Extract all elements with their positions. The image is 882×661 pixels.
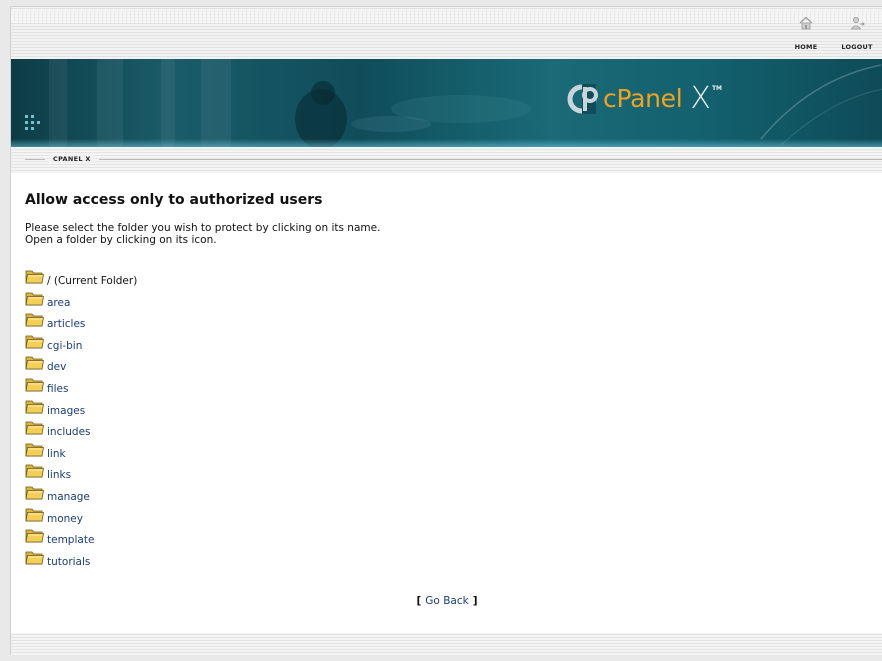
page-title: Allow access only to authorized users bbox=[25, 192, 323, 208]
folder-icon[interactable] bbox=[25, 376, 45, 392]
folder-icon[interactable] bbox=[25, 333, 45, 349]
folder-icon[interactable] bbox=[25, 398, 45, 414]
folder-icon[interactable] bbox=[25, 527, 45, 543]
banner-swoosh bbox=[760, 64, 882, 146]
brand-suffix: X bbox=[690, 81, 711, 116]
banner-stripe bbox=[201, 59, 231, 147]
folder-name[interactable]: money bbox=[47, 513, 83, 525]
banner-glow bbox=[11, 139, 882, 147]
folder-name[interactable]: area bbox=[47, 297, 70, 309]
bracket-close: ] bbox=[472, 595, 478, 607]
cpanel-logo-icon bbox=[567, 83, 598, 114]
folder-icon[interactable] bbox=[25, 290, 45, 306]
folder-name[interactable]: links bbox=[47, 469, 71, 481]
breadcrumb-bar: CPANEL X bbox=[11, 147, 882, 173]
breadcrumb-rule bbox=[25, 159, 45, 160]
folder-name[interactable]: cgi-bin bbox=[47, 340, 82, 352]
logout-link[interactable]: LOGOUT bbox=[837, 15, 877, 53]
banner-stripe bbox=[49, 59, 67, 147]
folder-icon[interactable] bbox=[25, 268, 45, 284]
cpanel-logo: cPanel XTM bbox=[567, 81, 722, 121]
trademark: TM bbox=[711, 85, 723, 92]
breadcrumb[interactable]: CPANEL X bbox=[49, 155, 95, 163]
folder-name[interactable]: tutorials bbox=[47, 556, 90, 568]
folder-icon[interactable] bbox=[25, 419, 45, 435]
folder-name[interactable]: manage bbox=[47, 491, 90, 503]
brand-name: cPanel bbox=[603, 84, 683, 113]
home-label: HOME bbox=[794, 43, 818, 51]
banner-dots bbox=[25, 115, 45, 137]
folder-name[interactable]: link bbox=[47, 448, 66, 460]
folder-name[interactable]: template bbox=[47, 534, 94, 546]
page-frame: HOME LOGOUT cPanel XTM CPANEL X Allow ac… bbox=[10, 6, 882, 655]
instruction-line: Please select the folder you wish to pro… bbox=[25, 222, 381, 234]
folder-icon[interactable] bbox=[25, 462, 45, 478]
folder-icon[interactable] bbox=[25, 506, 45, 522]
footer-bar bbox=[11, 633, 882, 655]
folder-icon[interactable] bbox=[25, 441, 45, 457]
instruction-line: Open a folder by clicking on its icon. bbox=[25, 234, 217, 246]
logout-icon bbox=[850, 17, 865, 30]
folder-name[interactable]: articles bbox=[47, 318, 85, 330]
folder-icon[interactable] bbox=[25, 484, 45, 500]
banner-stripe bbox=[97, 59, 123, 147]
go-back-row: [Go Back] bbox=[11, 595, 882, 607]
folder-icon[interactable] bbox=[25, 549, 45, 565]
go-back-link[interactable]: Go Back bbox=[425, 595, 468, 607]
instructions: Please select the folder you wish to pro… bbox=[25, 222, 380, 246]
folder-name[interactable]: includes bbox=[47, 426, 91, 438]
folder-icon[interactable] bbox=[25, 311, 45, 327]
banner-graphic bbox=[295, 81, 531, 147]
bracket-open: [ bbox=[416, 595, 422, 607]
breadcrumb-rule bbox=[99, 159, 882, 160]
toolbar-texture bbox=[11, 11, 882, 23]
folder-icon[interactable] bbox=[25, 354, 45, 370]
folder-name[interactable]: dev bbox=[47, 361, 66, 373]
folder-name[interactable]: / (Current Folder) bbox=[47, 275, 137, 287]
folder-name[interactable]: images bbox=[47, 405, 85, 417]
cpanel-banner: cPanel XTM bbox=[11, 59, 882, 147]
folder-name[interactable]: files bbox=[47, 383, 68, 395]
logout-label: LOGOUT bbox=[841, 43, 873, 51]
home-link[interactable]: HOME bbox=[786, 15, 826, 53]
banner-stripe bbox=[161, 59, 175, 147]
home-icon bbox=[799, 16, 813, 30]
top-toolbar: HOME LOGOUT bbox=[11, 7, 882, 59]
